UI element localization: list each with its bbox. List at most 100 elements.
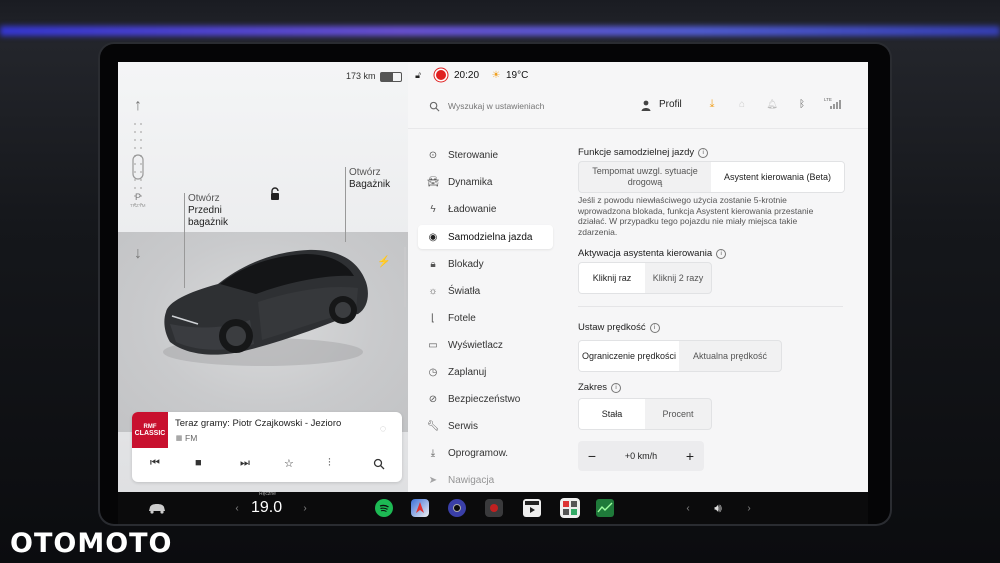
section-title-range: Zakres i [578, 382, 622, 393]
option-percent[interactable]: Procent [645, 399, 711, 429]
nav-item-label: Fotele [448, 312, 476, 324]
next-track-icon[interactable]: ⏭ [240, 457, 250, 470]
status-bar: 173 km 🔓︎ 20:20 ☀ 19°C [118, 62, 868, 86]
spotify-icon[interactable] [375, 499, 393, 517]
media-player[interactable]: RMF CLASSIC Teraz gramy: Piotr Czajkowsk… [132, 412, 402, 482]
nav-item-sterowanie[interactable]: ⊙ Sterowanie [418, 143, 553, 167]
front-trunk-label-1: Otwórz [188, 193, 220, 204]
profile-label[interactable]: Profil [659, 99, 682, 110]
temp-up-chevron-icon[interactable]: › [300, 500, 310, 516]
temp-down-chevron-icon[interactable]: ‹ [232, 500, 242, 516]
unlock-icon[interactable] [268, 186, 282, 202]
gear-park[interactable]: P [135, 192, 141, 202]
energy-app-icon[interactable] [596, 499, 614, 517]
warning-line-4: zdarzenia. [578, 226, 618, 237]
nav-item-label: Oprogramow. [448, 447, 509, 459]
info-icon[interactable]: i [698, 148, 709, 158]
trunk-line [345, 167, 346, 242]
station-logo: RMF CLASSIC [132, 412, 168, 448]
autopilot-settings: Funkcje samodzielnej jazdy i Tempomat uwz… [568, 132, 868, 492]
radio-icon: ▦ [175, 435, 183, 442]
notification-bell-icon[interactable]: 🔔︎ [766, 98, 778, 111]
music-search-icon[interactable]: ◌ [376, 422, 390, 436]
offset-plus-button[interactable]: + [678, 441, 702, 471]
nav-item-fotele[interactable]: ⌊ Fotele [418, 306, 553, 330]
car-app-icon[interactable] [146, 500, 168, 516]
car-icon: 🚘︎ [426, 176, 440, 188]
settings-header: Profil ⤓ ⌂ 🔔︎ ᛒ LTE [408, 86, 868, 129]
download-icon: ⤓ [430, 447, 436, 459]
info-icon[interactable]: i [649, 323, 660, 333]
autopilot-mode-selector[interactable]: Tempomat uwzgl. sytuacje drogową Asysten… [578, 161, 845, 193]
offset-minus-button[interactable]: − [580, 441, 604, 471]
trunk-button[interactable]: Otwórz Bagażnik [347, 167, 407, 197]
range-selector[interactable]: Stała Procent [578, 398, 712, 430]
nav-item-swiatla[interactable]: ☼ Światła [418, 279, 553, 303]
climate-temperature[interactable]: 19.0 [251, 499, 282, 517]
nav-item-label: Ładowanie [448, 203, 497, 215]
bluetooth-icon[interactable]: ᛒ [796, 98, 808, 111]
speed-selector[interactable]: Ograniczenie prędkości Aktualna prędkość [578, 340, 782, 372]
front-trunk-button[interactable]: Otwórz Przedni bagażnik [186, 193, 246, 233]
section-title-speed: Ustaw prędkość i [578, 322, 660, 333]
lock-status-icon[interactable]: 🔓︎ [412, 69, 424, 81]
favorite-star-icon[interactable]: ☆ [284, 457, 294, 470]
info-icon[interactable]: i [716, 249, 727, 259]
nav-item-zaplanuj[interactable]: ◷ Zaplanuj [418, 360, 553, 384]
nav-item-samodzielna-jazda[interactable]: ◉ Samodzielna jazda [418, 225, 553, 249]
gear-hold[interactable]: TRZYM [130, 203, 146, 208]
trunk-label-2: Bagażnik [349, 179, 391, 190]
nav-item-bezpieczenstwo[interactable]: ⊘ Bezpieczeństwo [418, 387, 553, 411]
nav-item-label: Dynamika [448, 176, 493, 188]
charge-port-icon[interactable]: ⚡ [377, 254, 391, 268]
clock-icon: ◷ [428, 366, 438, 378]
option-asystent-kierowania[interactable]: Asystent kierowania (Beta) [711, 162, 844, 192]
option-fixed[interactable]: Stała [579, 399, 645, 429]
gear-up-arrow-icon[interactable]: ↑ [130, 96, 146, 116]
volume-up-chevron-icon[interactable]: › [744, 500, 754, 516]
speed-offset-stepper: − +0 km/h + [578, 441, 704, 471]
dashcam-record-icon[interactable] [436, 70, 446, 80]
nav-item-wyswietlacz[interactable]: ▭ Wyświetlacz [418, 333, 553, 357]
warning-line-1: Jeśli z powodu niewłaściwego użycia zost… [578, 195, 787, 205]
option-tempomat[interactable]: Tempomat uwzgl. sytuacje drogową [579, 162, 711, 192]
nav-item-serwis[interactable]: 🔧︎ Serwis [418, 414, 553, 438]
volume-icon[interactable]: 🔊︎ [708, 500, 728, 516]
option-speed-limit[interactable]: Ograniczenie prędkości [579, 341, 679, 371]
nav-item-blokady[interactable]: 🔒︎ Blokady [418, 252, 553, 276]
source-text: FM [185, 433, 198, 443]
navigation-app-icon[interactable] [411, 499, 429, 517]
search-icon[interactable] [372, 457, 386, 471]
theater-app-icon[interactable] [523, 499, 541, 517]
nav-item-oprogramowanie[interactable]: ⤓ Oprogramow. [418, 441, 553, 465]
dashcam-app-icon[interactable] [485, 499, 503, 517]
warning-line-3: działać. W przypadku tego pojazdu nie mi… [578, 216, 798, 226]
section-title-activation: Aktywacja asystenta kierowania i [578, 248, 727, 259]
equalizer-icon[interactable]: ⫶ [328, 457, 331, 470]
settings-search-input[interactable] [446, 97, 610, 115]
option-click-twice[interactable]: Kliknij 2 razy [645, 263, 711, 293]
seat-icon: ⌊ [431, 312, 435, 324]
volume-down-chevron-icon[interactable]: ‹ [683, 500, 693, 516]
now-playing-text: Teraz gramy: Piotr Czajkowski - Jezioro [175, 418, 342, 429]
camera-app-icon[interactable] [448, 499, 466, 517]
nav-item-nawigacja[interactable]: ➤ Nawigacja [418, 468, 553, 492]
activation-selector[interactable]: Kliknij raz Kliknij 2 razy [578, 262, 712, 294]
weather-sun-icon: ☀ [491, 69, 501, 81]
info-icon[interactable]: i [611, 383, 622, 393]
navigation-icon: ➤ [428, 474, 438, 486]
range-text: 173 km [346, 71, 376, 81]
download-update-icon[interactable]: ⤓ [706, 98, 718, 111]
previous-track-icon[interactable]: ⏮ [150, 457, 160, 470]
search-icon[interactable] [428, 100, 440, 112]
option-click-once[interactable]: Kliknij raz [579, 263, 645, 293]
garage-icon[interactable]: ⌂ [736, 98, 748, 111]
option-current-speed[interactable]: Aktualna prędkość [679, 341, 781, 371]
nav-item-label: Serwis [448, 420, 479, 432]
app-launcher-icon[interactable] [560, 498, 580, 518]
stop-icon[interactable]: ■ [195, 457, 202, 469]
nav-item-ladowanie[interactable]: ϟ Ładowanie [418, 197, 553, 221]
gear-down-arrow-icon[interactable]: ↓ [130, 244, 146, 264]
nav-item-dynamika[interactable]: 🚘︎ Dynamika [418, 170, 553, 194]
profile-icon[interactable] [640, 99, 652, 111]
